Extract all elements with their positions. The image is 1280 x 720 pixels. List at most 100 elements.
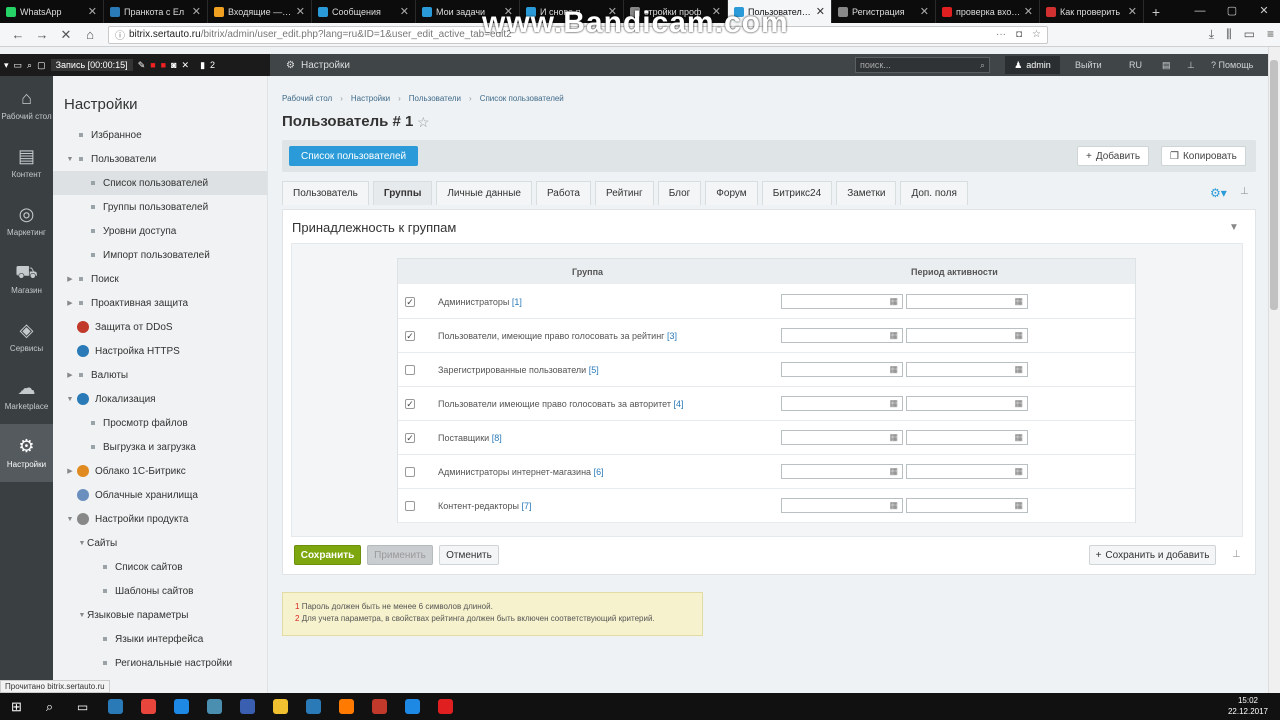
taskbar-app-icon[interactable] <box>165 693 198 720</box>
tab-3[interactable]: Личные данные <box>436 181 532 205</box>
pin-icon[interactable]: ⊥ <box>1232 549 1241 560</box>
group-id-link[interactable]: [1] <box>512 297 522 307</box>
browser-tab[interactable]: Входящие — Янд✕ <box>208 0 312 23</box>
taskbar-app-icon[interactable] <box>231 693 264 720</box>
record-icon[interactable]: ■ <box>150 60 155 70</box>
breadcrumb-link[interactable]: Настройки <box>351 94 390 103</box>
scrollbar-thumb[interactable] <box>1270 60 1278 310</box>
taskbar-app-icon[interactable] <box>330 693 363 720</box>
tab-5[interactable]: Рейтинг <box>594 181 654 205</box>
expanded-arrow-icon[interactable]: ▼ <box>65 516 75 523</box>
tree-item[interactable]: Просмотр файлов <box>53 411 267 435</box>
date-from-input[interactable]: ▦ <box>781 396 903 411</box>
settings-link[interactable]: ⚙ Настройки <box>286 60 350 71</box>
tab-2[interactable]: Группы <box>372 181 433 205</box>
pencil-icon[interactable]: ✎ <box>138 60 146 71</box>
tree-item[interactable]: ▶ Проактивная защита <box>53 291 267 315</box>
date-from-input[interactable]: ▦ <box>781 498 903 513</box>
group-id-link[interactable]: [8] <box>492 433 502 443</box>
tab-close-icon[interactable]: ✕ <box>920 5 929 18</box>
tab-9[interactable]: Заметки <box>836 181 897 205</box>
copy-button[interactable]: ❐ Копировать <box>1161 146 1246 166</box>
save-and-add-button[interactable]: + Сохранить и добавить <box>1089 545 1216 565</box>
minimize-icon[interactable]: — <box>1184 0 1216 23</box>
tree-item[interactable]: Импорт пользователей <box>53 243 267 267</box>
home-icon[interactable]: ⌂ <box>78 27 102 42</box>
group-checkbox[interactable] <box>405 466 415 477</box>
expanded-arrow-icon[interactable]: ▼ <box>65 396 75 403</box>
global-menu-item[interactable]: ▤ Контент <box>0 134 53 192</box>
tree-item[interactable]: Группы пользователей <box>53 195 267 219</box>
date-from-input[interactable]: ▦ <box>781 328 903 343</box>
global-menu-item[interactable]: ◈ Сервисы <box>0 308 53 366</box>
browser-tab[interactable]: Пранкота с Ел ✕ <box>104 0 208 23</box>
tree-item[interactable]: Региональные настройки <box>53 651 267 675</box>
tree-item[interactable]: Облачные хранилища <box>53 483 267 507</box>
tree-item[interactable]: ▶ Валюты <box>53 363 267 387</box>
sidebar-icon[interactable]: ▭ <box>1244 27 1255 42</box>
collapsed-arrow-icon[interactable]: ▶ <box>65 371 75 379</box>
search-icon[interactable]: ⌕ <box>27 60 32 71</box>
task-view-icon[interactable]: ▭ <box>66 693 99 720</box>
breadcrumb-link[interactable]: Список пользователей <box>480 94 564 103</box>
group-id-link[interactable]: [4] <box>674 399 684 409</box>
start-icon[interactable]: ⊞ <box>0 693 33 720</box>
bookmark-star-icon[interactable]: ☆ <box>1032 29 1041 40</box>
date-to-input[interactable]: ▦ <box>906 464 1028 479</box>
tree-item[interactable]: ▶ Облако 1С-Битрикс <box>53 459 267 483</box>
tab-close-icon[interactable]: ✕ <box>1128 5 1137 18</box>
group-checkbox[interactable]: ✓ <box>405 296 415 307</box>
tab-6[interactable]: Блог <box>657 181 702 205</box>
global-menu-item[interactable]: ⌂ Рабочий стол <box>0 76 53 134</box>
calendar-icon[interactable]: ▦ <box>1014 432 1023 443</box>
group-checkbox[interactable]: ✓ <box>405 330 415 341</box>
group-id-link[interactable]: [7] <box>521 501 531 511</box>
close-window-icon[interactable]: ✕ <box>1248 0 1280 23</box>
tab-close-icon[interactable]: ✕ <box>816 5 825 18</box>
calendar-icon[interactable]: ▦ <box>1014 330 1023 341</box>
calendar-icon[interactable]: ▦ <box>889 466 898 477</box>
date-to-input[interactable]: ▦ <box>906 294 1028 309</box>
expanded-arrow-icon[interactable]: ▼ <box>65 156 75 163</box>
tree-item[interactable]: Список сайтов <box>53 555 267 579</box>
downloads-icon[interactable]: ⤓ <box>1209 27 1214 42</box>
forward-icon[interactable]: → <box>30 27 54 42</box>
window-icon[interactable]: ▭ <box>14 60 23 71</box>
browser-tab[interactable]: Сообщения ✕ <box>312 0 416 23</box>
tab-close-icon[interactable]: ✕ <box>1024 5 1033 18</box>
date-to-input[interactable]: ▦ <box>906 396 1028 411</box>
calendar-icon[interactable]: ▦ <box>889 330 898 341</box>
help-link[interactable]: ? Помощь <box>1211 60 1253 70</box>
calendar-icon[interactable]: ▦ <box>889 500 898 511</box>
tree-item[interactable]: ▼ Локализация <box>53 387 267 411</box>
group-checkbox[interactable]: ✓ <box>405 432 415 443</box>
collapsed-arrow-icon[interactable]: ▶ <box>65 299 75 307</box>
tab-8[interactable]: Битрикс24 <box>761 181 833 205</box>
date-from-input[interactable]: ▦ <box>781 464 903 479</box>
menu-icon[interactable]: ≡ <box>1267 27 1274 42</box>
calendar-icon[interactable]: ▦ <box>1014 398 1023 409</box>
tree-item[interactable]: Список пользователей <box>53 171 267 195</box>
global-menu-item[interactable]: ◎ Маркетинг <box>0 192 53 250</box>
tree-item[interactable]: ▼ Сайты <box>53 531 267 555</box>
add-button[interactable]: + Добавить <box>1077 146 1150 166</box>
calendar-icon[interactable]: ▦ <box>889 296 898 307</box>
user-button[interactable]: ♟ admin <box>1005 56 1060 74</box>
calendar-icon[interactable]: ▦ <box>1014 466 1023 477</box>
tree-item[interactable]: Настройка HTTPS <box>53 339 267 363</box>
pocket-icon[interactable]: ◘ <box>1016 29 1022 40</box>
calendar-icon[interactable]: ▦ <box>889 398 898 409</box>
logout-link[interactable]: Выйти <box>1075 60 1102 70</box>
taskbar-app-icon[interactable] <box>297 693 330 720</box>
calendar-icon[interactable]: ▦ <box>889 432 898 443</box>
collapse-icon[interactable]: ▼ <box>1229 222 1239 233</box>
tab-settings-gear-icon[interactable]: ⚙▾ <box>1210 186 1227 200</box>
new-tab-icon[interactable]: + <box>1144 0 1168 23</box>
apply-button[interactable]: Применить <box>367 545 433 565</box>
calendar-icon[interactable]: ▦ <box>1014 296 1023 307</box>
date-from-input[interactable]: ▦ <box>781 294 903 309</box>
group-checkbox[interactable] <box>405 500 415 511</box>
date-to-input[interactable]: ▦ <box>906 430 1028 445</box>
tab-10[interactable]: Доп. поля <box>900 181 968 205</box>
collapsed-arrow-icon[interactable]: ▶ <box>65 275 75 283</box>
